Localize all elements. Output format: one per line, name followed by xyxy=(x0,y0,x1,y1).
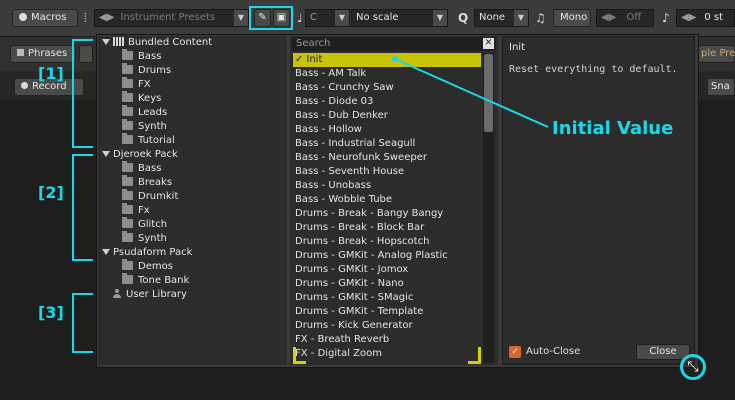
annotation-label-3: [3] xyxy=(38,303,64,322)
bracket-3 xyxy=(72,293,93,353)
annotation-initial-value: Initial Value xyxy=(552,118,674,139)
annotation-label-1: [1] xyxy=(38,64,64,83)
annotation-label-2: [2] xyxy=(38,183,64,202)
bracket-2 xyxy=(72,154,93,261)
initial-value-pointer xyxy=(394,58,549,128)
bracket-1 xyxy=(72,39,93,148)
annotation-overlay xyxy=(72,39,549,353)
